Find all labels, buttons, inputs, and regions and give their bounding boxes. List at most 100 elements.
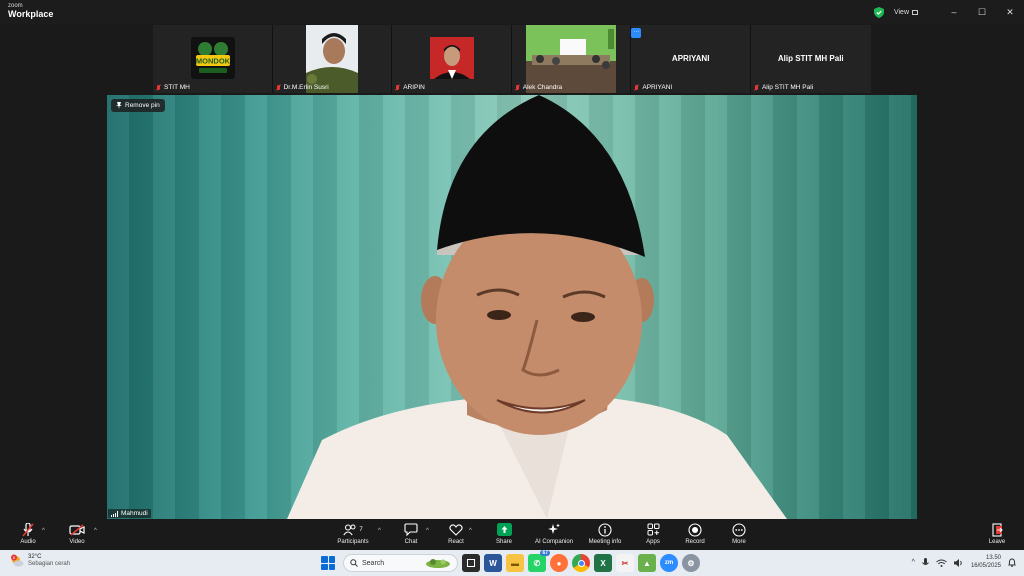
participant-name: STIT MH <box>164 84 190 91</box>
temperature: 32°C <box>28 554 42 561</box>
participants-icon <box>343 523 356 535</box>
zoom-logo: zoom Workplace <box>8 3 53 19</box>
firefox-icon[interactable]: ● <box>550 554 568 572</box>
speaker-name-tag: Mahmudi <box>108 509 151 518</box>
pin-icon <box>116 102 122 109</box>
ai-companion-button[interactable]: AI Companion <box>529 522 579 545</box>
participant-name: APRIYANI <box>642 84 673 91</box>
record-icon <box>688 522 702 537</box>
remove-pin-button[interactable]: Remove pin <box>111 99 165 112</box>
participant-name: ARIPIN <box>403 84 425 91</box>
mic-muted-icon <box>22 522 34 537</box>
remove-pin-label: Remove pin <box>125 102 160 109</box>
more-label: More <box>732 539 746 545</box>
participant-name: Alek Chandra <box>522 84 563 91</box>
more-icon <box>732 522 746 537</box>
search-highlight-icon <box>426 559 450 568</box>
title-bar: zoom Workplace View – ☐ ✕ <box>0 0 1024 24</box>
whatsapp-icon[interactable]: ✆ 67 <box>528 550 550 572</box>
meeting-toolbar: Audio ^ Video ^ 7 Participants ^ Chat ^ … <box>0 520 1024 550</box>
file-explorer-icon[interactable]: ▬ <box>506 554 524 572</box>
muted-mic-icon <box>515 84 520 91</box>
chat-icon <box>404 523 418 536</box>
participant-name: Alip STIT MH Pali <box>761 84 814 91</box>
security-shield-icon[interactable] <box>873 6 884 18</box>
share-button[interactable]: Share <box>479 522 529 545</box>
react-button[interactable]: React <box>431 522 481 545</box>
snipping-tool-icon[interactable]: ✂ <box>616 554 634 572</box>
participant-tile[interactable]: ··· APRIYANI APRIYANI <box>631 25 751 93</box>
view-button[interactable]: View <box>894 9 918 16</box>
search-placeholder: Search <box>362 559 385 567</box>
windows-taskbar: 6 32°C Sebagian cerah Search W ▬ ✆ 67 ● … <box>0 550 1024 576</box>
microphone-icon[interactable] <box>922 557 929 568</box>
chat-caret-icon[interactable]: ^ <box>426 528 429 534</box>
audio-options-caret-icon[interactable]: ^ <box>42 528 45 534</box>
system-tray: ^ 13.50 16/05/2025 <box>912 555 1016 570</box>
record-label: Record <box>685 539 705 545</box>
react-label: React <box>448 539 464 545</box>
notification-bell-icon[interactable] <box>1008 558 1016 567</box>
apps-icon <box>647 523 659 536</box>
whatsapp-badge: 67 <box>540 550 550 556</box>
settings-gear-icon[interactable]: ⚙ <box>682 554 700 572</box>
audio-label: Audio <box>20 539 36 545</box>
muted-mic-icon <box>634 84 639 91</box>
record-button[interactable]: Record <box>670 522 720 545</box>
minimize-button[interactable]: – <box>940 7 968 17</box>
zoom-app-icon[interactable]: zm <box>660 554 678 572</box>
clock-date: 16/05/2025 <box>970 562 1001 569</box>
logo-text: MONDOK <box>196 57 231 66</box>
leave-button[interactable]: Leave <box>972 522 1022 545</box>
audio-button[interactable]: Audio <box>3 522 53 545</box>
excel-icon[interactable]: X <box>594 554 612 572</box>
signal-bars-icon <box>111 510 118 517</box>
participant-tile[interactable]: Alip STIT MH Pali Alip STIT MH Pali <box>751 25 871 93</box>
video-label: Video <box>69 539 85 545</box>
tile-more-icon[interactable]: ··· <box>631 28 642 38</box>
pinned-speaker-video[interactable]: Remove pin Mahmudi <box>107 95 917 519</box>
close-button[interactable]: ✕ <box>996 7 1024 18</box>
participant-tile[interactable]: Alek Chandra <box>512 25 632 93</box>
muted-mic-icon <box>754 84 759 91</box>
info-icon <box>598 522 612 537</box>
wifi-icon[interactable] <box>936 559 947 567</box>
view-label: View <box>893 8 909 16</box>
android-app-icon[interactable]: ▲ <box>638 554 656 572</box>
muted-mic-icon <box>395 84 400 91</box>
task-view-icon[interactable] <box>462 554 480 572</box>
search-icon <box>350 559 358 567</box>
participant-tile[interactable]: Dr.M.Erlin Susri <box>273 25 393 93</box>
brand-workplace: Workplace <box>8 9 54 19</box>
participant-photo <box>525 25 616 93</box>
participants-button[interactable]: 7 Participants <box>328 522 378 545</box>
tray-chevron-up-icon[interactable]: ^ <box>912 559 915 566</box>
speaker-video-frame <box>287 95 787 519</box>
share-screen-icon <box>496 523 512 536</box>
leave-door-icon <box>992 522 1003 537</box>
heart-icon <box>449 523 463 536</box>
taskbar-search[interactable]: Search <box>343 554 458 572</box>
leave-label: Leave <box>988 539 1006 545</box>
speaker-name: Mahmudi <box>121 510 148 517</box>
system-clock[interactable]: 13.50 16/05/2025 <box>971 555 1001 570</box>
start-windows-icon[interactable] <box>321 556 335 570</box>
maximize-button[interactable]: ☐ <box>968 7 996 18</box>
participant-big-name: Alip STIT MH Pali <box>777 54 844 63</box>
video-options-caret-icon[interactable]: ^ <box>94 528 97 534</box>
word-icon[interactable]: W <box>484 554 502 572</box>
react-caret-icon[interactable]: ^ <box>469 528 472 534</box>
camera-off-icon <box>69 523 85 536</box>
meeting-info-button[interactable]: Meeting info <box>580 522 630 545</box>
speaker-volume-icon[interactable] <box>953 558 964 567</box>
participant-tile[interactable]: MONDOK STIT MH <box>153 25 273 93</box>
participants-label: Participants <box>337 539 369 545</box>
chrome-icon[interactable] <box>572 554 590 572</box>
participants-caret-icon[interactable]: ^ <box>378 528 381 534</box>
more-button[interactable]: More <box>714 522 764 545</box>
participant-name: Dr.M.Erlin Susri <box>283 84 329 91</box>
participant-tile[interactable]: ARIPIN <box>392 25 512 93</box>
participant-logo-image: MONDOK <box>191 37 235 79</box>
participant-strip: MONDOK STIT MH Dr.M.Erlin Susri ARIPIN A… <box>153 25 871 93</box>
weather-widget[interactable]: 6 32°C Sebagian cerah <box>10 554 70 568</box>
